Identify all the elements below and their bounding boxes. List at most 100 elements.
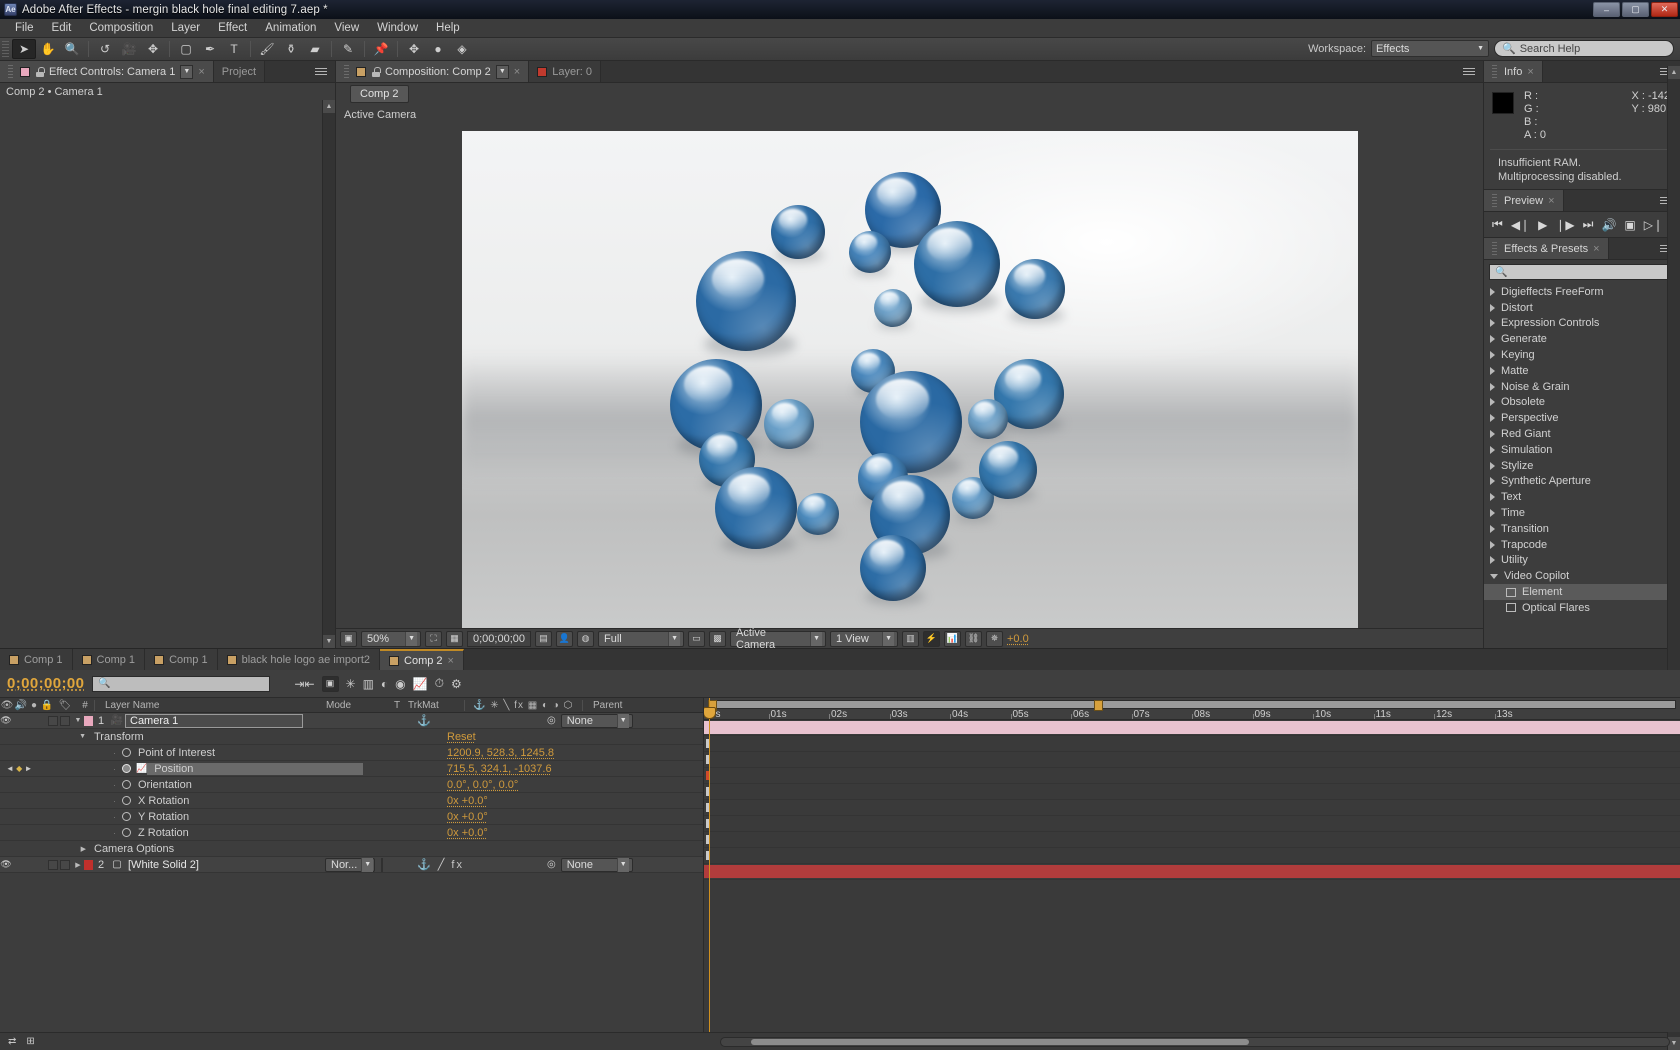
preserve-transparency-checkbox[interactable] — [381, 857, 383, 872]
expand-collapse-icon[interactable]: ⊞ — [26, 1036, 34, 1047]
camera-view-select[interactable]: Active Camera ▼ — [730, 627, 826, 651]
lock-icon[interactable] — [371, 66, 381, 77]
tab-effect-controls[interactable]: Effect Controls: Camera 1 ▼ × — [0, 61, 214, 82]
stopwatch-icon[interactable] — [122, 748, 131, 757]
parent-pickwhip-icon[interactable]: ◎ — [547, 859, 556, 870]
property-value[interactable]: 1200.9, 528.3, 1245.8 — [447, 747, 554, 759]
transparency-grid-icon[interactable]: ▦ — [446, 630, 463, 647]
expand-triangle-icon[interactable]: ▼ — [72, 717, 84, 724]
timeline-property-row[interactable]: · Z Rotation 0x +0.0° — [0, 825, 703, 841]
chevron-right-icon[interactable] — [1490, 461, 1495, 470]
chevron-right-icon[interactable] — [1490, 556, 1495, 565]
layer-duration-bar[interactable] — [704, 721, 1680, 734]
scroll-down-icon[interactable]: ▼ — [1668, 1037, 1680, 1050]
stopwatch-icon[interactable] — [122, 828, 131, 837]
zoom-level-select[interactable]: 50% ▼ — [361, 630, 421, 647]
chevron-right-icon[interactable] — [1490, 540, 1495, 549]
effects-category-item[interactable]: Simulation — [1484, 442, 1667, 458]
effects-category-item[interactable]: Element — [1484, 584, 1667, 600]
graph-editor-toggle-icon[interactable]: 📈 — [136, 763, 147, 774]
search-help-field[interactable]: 🔍 Search Help — [1494, 40, 1674, 57]
eraser-tool-icon[interactable]: ▰ — [303, 39, 327, 59]
timeline-tab[interactable]: Comp 1 — [72, 649, 146, 670]
effects-category-item[interactable]: Transition — [1484, 521, 1667, 537]
effects-category-item[interactable]: Obsolete — [1484, 395, 1667, 411]
hide-shy-icon[interactable]: ✳ — [346, 677, 356, 691]
timeline-jump-icon[interactable]: 📊 — [944, 630, 961, 647]
auto-keyframe-icon[interactable]: ⏱ — [435, 676, 444, 691]
effects-category-item[interactable]: Video Copilot — [1484, 568, 1667, 584]
first-frame-icon[interactable]: ⏮ — [1492, 217, 1503, 232]
timeline-track-row[interactable] — [704, 832, 1680, 848]
timeline-tab[interactable]: black hole logo ae import2 — [217, 649, 381, 670]
fast-previews-icon[interactable]: ⚡ — [923, 630, 940, 647]
previous-frame-icon[interactable]: ◀❘ — [1511, 218, 1530, 232]
timeline-property-row[interactable]: · X Rotation 0x +0.0° — [0, 793, 703, 809]
close-icon[interactable]: × — [1593, 243, 1599, 255]
resolution-select[interactable]: Full ▼ — [598, 630, 684, 647]
tab-layer[interactable]: Layer: 0 — [529, 61, 601, 82]
timeline-track-row[interactable] — [704, 800, 1680, 816]
timeline-layer-row[interactable]: 👁 ▶ 2 ▢ [White Solid 2] Nor... ▼ ⚓ ╱ fx ◎ None ▼ — [0, 857, 703, 873]
grid-dot-icon[interactable]: ● — [426, 39, 450, 59]
effects-category-item[interactable]: Keying — [1484, 347, 1667, 363]
parent-select[interactable]: None ▼ — [560, 713, 633, 728]
play-icon[interactable]: ▶ — [1538, 218, 1547, 232]
layer-switches[interactable]: ⚓ — [409, 714, 537, 727]
motion-blur-icon[interactable]: ◐ — [381, 677, 388, 691]
draft-3d-icon[interactable]: ▣ — [321, 675, 339, 692]
parent-select[interactable]: None ▼ — [560, 857, 633, 872]
menu-view[interactable]: View — [325, 20, 368, 36]
timeline-layer-row[interactable]: 👁 ▼ 1 🎥 Camera 1 ⚓ ◎ None ▼ — [0, 713, 703, 729]
playhead-indicator[interactable] — [704, 698, 716, 1032]
timeline-tab[interactable]: Comp 2 × — [380, 649, 464, 670]
tab-grip-icon[interactable] — [1492, 65, 1497, 78]
workspace-select[interactable]: Effects ▼ — [1371, 40, 1489, 57]
close-icon[interactable]: × — [514, 66, 520, 78]
menu-animation[interactable]: Animation — [256, 20, 325, 36]
chevron-right-icon[interactable] — [1490, 382, 1495, 391]
video-toggle-icon[interactable]: 👁 — [0, 715, 12, 726]
show-snapshot-icon[interactable]: 👤 — [556, 630, 573, 647]
chevron-right-icon[interactable] — [1490, 477, 1495, 486]
tab-grip-icon[interactable] — [8, 65, 13, 78]
live-update-icon[interactable]: ⇥⇤ — [294, 677, 314, 691]
pixel-aspect-correction-icon[interactable]: ▥ — [902, 630, 919, 647]
comp-flowchart-icon[interactable]: ⛓ — [965, 630, 982, 647]
video-toggle-icon[interactable]: 👁 — [0, 859, 12, 870]
clone-stamp-tool-icon[interactable]: ⚱ — [279, 39, 303, 59]
next-frame-icon[interactable]: ❘▶ — [1555, 218, 1574, 232]
menu-help[interactable]: Help — [427, 20, 469, 36]
property-name[interactable]: Y Rotation — [131, 811, 189, 823]
effects-category-item[interactable]: Time — [1484, 505, 1667, 521]
property-value[interactable]: 0x +0.0° — [447, 795, 488, 807]
menu-window[interactable]: Window — [368, 20, 427, 36]
layer-label-color[interactable] — [84, 859, 93, 870]
chevron-right-icon[interactable] — [1490, 366, 1495, 375]
effects-category-item[interactable]: Noise & Grain — [1484, 379, 1667, 395]
property-name[interactable]: Orientation — [131, 779, 192, 791]
effects-category-item[interactable]: Digieffects FreeForm — [1484, 284, 1667, 300]
close-icon[interactable]: × — [198, 66, 204, 78]
effects-category-item[interactable]: Expression Controls — [1484, 316, 1667, 332]
timeline-track-row[interactable] — [704, 816, 1680, 832]
timeline-track-row[interactable] — [704, 752, 1680, 768]
property-value[interactable]: 0x +0.0° — [447, 811, 488, 823]
timeline-track-row[interactable] — [704, 736, 1680, 752]
chevron-right-icon[interactable] — [1490, 319, 1495, 328]
effects-category-item[interactable]: Utility — [1484, 553, 1667, 569]
lock-checkbox[interactable] — [60, 859, 70, 870]
stopwatch-icon[interactable] — [122, 764, 131, 773]
loop-icon[interactable]: ▣ — [1624, 218, 1635, 232]
work-area-end-handle[interactable] — [1094, 700, 1103, 711]
transparency-toggle-icon[interactable]: ▩ — [709, 630, 726, 647]
tab-project[interactable]: Project — [213, 61, 266, 82]
solo-checkbox[interactable] — [48, 715, 58, 726]
exposure-icon[interactable]: ✵ — [986, 630, 1003, 647]
property-value[interactable]: 0x +0.0° — [447, 827, 488, 839]
keyframe-navigator[interactable]: ◄ ◆ ► — [6, 764, 32, 773]
layer-duration-bar[interactable] — [704, 865, 1680, 878]
audio-icon[interactable]: 🔊 — [1601, 218, 1616, 232]
exposure-value[interactable]: +0.0 — [1007, 633, 1029, 645]
timeline-ruler[interactable]: 0s01s02s03s04s05s06s07s08s09s10s11s12s13… — [704, 698, 1680, 720]
